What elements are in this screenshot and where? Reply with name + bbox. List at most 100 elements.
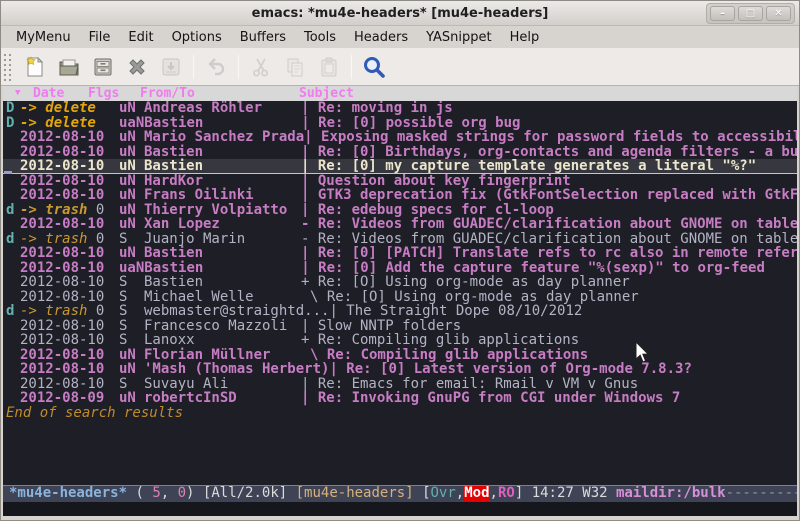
- message-from: 'Mash (Thomas Herbert): [144, 362, 329, 377]
- header-line: ▼ Date Flgs From/To Subject: [3, 86, 797, 101]
- message-flags: uN: [119, 203, 144, 218]
- minibuffer[interactable]: [3, 502, 797, 516]
- message-subject: - Re: Videos from GUADEC/clarification a…: [301, 232, 797, 247]
- modeline-segment-teal: Ovr: [431, 485, 456, 501]
- message-row[interactable]: 2012-08-10uNFlorian Müllner\ Re: Compili…: [3, 348, 797, 363]
- modeline-segment-plain: ,: [490, 485, 498, 501]
- message-date: 2012-08-10: [20, 261, 119, 276]
- message-from: Bastien: [144, 246, 301, 261]
- modeline-segment-buf: *mu4e-headers*: [9, 485, 127, 501]
- menu-help[interactable]: Help: [501, 28, 549, 47]
- pending-action: -> delete: [20, 116, 119, 131]
- message-date: 2012-08-10: [20, 130, 119, 145]
- message-row[interactable]: 2012-08-10uNBastien| Re: [0] Birthdays, …: [3, 145, 797, 160]
- message-from: HardKor: [144, 174, 301, 189]
- message-row[interactable]: 2012-08-10SFrancesco Mazzoli| Slow NNTP …: [3, 319, 797, 334]
- message-row[interactable]: 2012-08-10SMichael Welle\ Re: [O] Using …: [3, 290, 797, 305]
- copy-icon: [278, 52, 312, 82]
- mark-flag: D: [6, 116, 20, 131]
- modeline-segment-num: 0: [178, 485, 186, 501]
- search-icon[interactable]: [357, 52, 391, 82]
- message-subject: | Re: [0] my capture template generates …: [301, 159, 756, 174]
- dired-icon[interactable]: [86, 52, 120, 82]
- window-title: emacs: *mu4e-headers* [mu4e-headers]: [252, 6, 549, 21]
- message-row[interactable]: 2012-08-10uNBastien| Re: [0] my capture …: [3, 159, 797, 174]
- message-flags: uN: [119, 145, 144, 160]
- menu-edit[interactable]: Edit: [119, 28, 162, 47]
- message-row[interactable]: 2012-08-10SBastien+ Re: [O] Using org-mo…: [3, 275, 797, 290]
- message-subject: | Slow NNTP folders: [301, 319, 461, 334]
- mark-flag: d: [6, 304, 20, 319]
- message-subject: | The Straight Dope 08/10/2012: [329, 304, 582, 319]
- message-subject: | Re: Emacs for email: Rmail v VM v Gnus: [301, 377, 638, 392]
- message-row[interactable]: 2012-08-10SSuvayu Ali| Re: Emacs for ema…: [3, 377, 797, 392]
- message-subject: | GTK3 deprecation fix (GtkFontSelection…: [301, 188, 797, 203]
- message-row[interactable]: 2012-08-10uaNBastien| Re: [0] Add the ca…: [3, 261, 797, 276]
- message-subject: + Re: [O] Using org-mode as day planner: [301, 275, 630, 290]
- menu-tools[interactable]: Tools: [295, 28, 345, 47]
- message-flags: uN: [119, 348, 144, 363]
- toolbar: [1, 48, 799, 86]
- toolbar-drag-handle[interactable]: [3, 53, 12, 81]
- menu-yasnippet[interactable]: YASnippet: [417, 28, 501, 47]
- message-date: 2012-08-10: [20, 159, 119, 174]
- message-flags: uN: [119, 188, 144, 203]
- message-flags: S: [119, 290, 144, 305]
- menu-buffers[interactable]: Buffers: [231, 28, 295, 47]
- pending-action: -> delete: [20, 101, 119, 116]
- message-flags: uN: [119, 391, 144, 406]
- message-row[interactable]: D-> deleteuNAndreas Röhler| Re: moving i…: [3, 101, 797, 116]
- menu-headers[interactable]: Headers: [345, 28, 417, 47]
- message-row[interactable]: 2012-08-10uNXan Lopez- Re: Videos from G…: [3, 217, 797, 232]
- message-subject: | Question about key fingerprint: [301, 174, 571, 189]
- column-header-date[interactable]: Date: [33, 86, 64, 101]
- message-row[interactable]: d-> trash 0Swebmaster@straightd...| The …: [3, 304, 797, 319]
- titlebar[interactable]: emacs: *mu4e-headers* [mu4e-headers] –□✕: [1, 1, 799, 26]
- message-row[interactable]: d-> trash 0uNThierry Volpiatto| Re: edeb…: [3, 203, 797, 218]
- menu-file[interactable]: File: [80, 28, 120, 47]
- message-from: Frans Oilinki: [144, 188, 301, 203]
- new-file-icon[interactable]: [18, 52, 52, 82]
- message-subject: - Re: Videos from GUADEC/clarification a…: [301, 217, 797, 232]
- paste-icon: [312, 52, 346, 82]
- modeline-segment-num: 5: [152, 485, 160, 501]
- modeline[interactable]: *mu4e-headers* ( 5, 0) [All/2.0k] [mu4e-…: [3, 485, 797, 502]
- message-date: 2012-08-10: [20, 348, 119, 363]
- message-flags: S: [119, 319, 144, 334]
- mark-flag: d: [6, 203, 20, 218]
- menu-mymenu[interactable]: MyMenu: [7, 28, 80, 47]
- message-subject: | Re: moving in js: [301, 101, 453, 116]
- message-flags: S: [119, 232, 144, 247]
- message-row[interactable]: 2012-08-10uN'Mash (Thomas Herbert)| Re: …: [3, 362, 797, 377]
- end-of-search-results: End of search results: [3, 406, 797, 421]
- message-row[interactable]: 2012-08-10SLanoxx+ Re: Compiling glib ap…: [3, 333, 797, 348]
- message-date: 2012-08-10: [20, 174, 119, 189]
- message-row[interactable]: 2012-08-10uNBastien| Re: [0] [PATCH] Tra…: [3, 246, 797, 261]
- message-row[interactable]: 2012-08-10uNMario Sanchez Prada| Exposin…: [3, 130, 797, 145]
- message-row[interactable]: D-> deleteuaNBastien| Re: [0] possible o…: [3, 116, 797, 131]
- sort-indicator-icon[interactable]: ▼: [15, 86, 20, 101]
- modeline-segment-dashes: ----------------------------------------…: [726, 485, 797, 501]
- message-row[interactable]: 2012-08-10uNHardKor| Question about key …: [3, 174, 797, 189]
- close-buffer-icon[interactable]: [120, 52, 154, 82]
- message-from: robertcInSD: [144, 391, 301, 406]
- modeline-segment-ro: RO: [498, 485, 515, 501]
- maximize-button[interactable]: □: [738, 6, 763, 21]
- message-from: Florian Müllner: [144, 348, 301, 363]
- column-header-from[interactable]: From/To: [140, 86, 195, 101]
- emacs-window: emacs: *mu4e-headers* [mu4e-headers] –□✕…: [0, 0, 800, 521]
- cut-icon: [244, 52, 278, 82]
- message-row[interactable]: 2012-08-09uNrobertcInSD| Re: Invoking Gn…: [3, 391, 797, 406]
- message-subject: | Re: [0] possible org bug: [301, 116, 520, 131]
- open-folder-icon[interactable]: [52, 52, 86, 82]
- close-button[interactable]: ✕: [766, 6, 791, 21]
- message-flags: S: [119, 377, 144, 392]
- message-subject: | Re: Invoking GnuPG from CGI under Wind…: [301, 391, 680, 406]
- menu-options[interactable]: Options: [163, 28, 231, 47]
- menubar: MyMenuFileEditOptionsBuffersToolsHeaders…: [1, 26, 799, 48]
- message-row[interactable]: 2012-08-10uNFrans Oilinki| GTK3 deprecat…: [3, 188, 797, 203]
- column-header-subject[interactable]: Subject: [299, 86, 354, 101]
- minimize-button[interactable]: –: [710, 6, 735, 21]
- column-header-flags[interactable]: Flgs: [88, 86, 119, 101]
- message-row[interactable]: d-> trash 0SJuanjo Marin- Re: Videos fro…: [3, 232, 797, 247]
